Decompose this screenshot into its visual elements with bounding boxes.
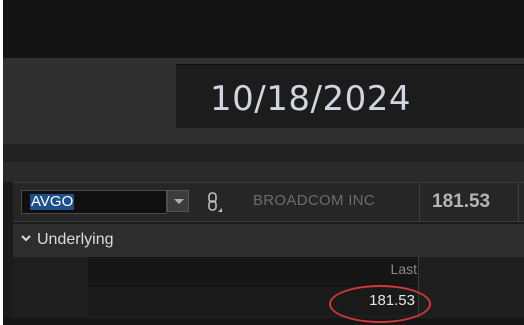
underlying-section-header[interactable]: Underlying bbox=[13, 224, 524, 257]
date-text: 10/18/2024 bbox=[210, 79, 411, 119]
title-bar bbox=[3, 0, 524, 58]
link-icon bbox=[208, 192, 222, 212]
section-label: Underlying bbox=[37, 231, 114, 248]
column-header-last[interactable]: Last bbox=[88, 261, 417, 277]
divider bbox=[418, 257, 419, 325]
bottom-strip bbox=[3, 318, 524, 325]
chevron-down-icon bbox=[21, 235, 31, 242]
divider bbox=[3, 162, 524, 182]
symbol-dropdown-button[interactable] bbox=[167, 190, 189, 212]
divider bbox=[419, 183, 420, 221]
underlying-table: Last 181.53 bbox=[13, 257, 524, 325]
date-display: 10/18/2024 bbox=[176, 64, 524, 128]
divider bbox=[3, 144, 524, 162]
symbol-toolbar: AVGO BROADCOM INC 181.53 bbox=[13, 182, 524, 222]
trading-window: 10/18/2024 AVGO BROADCOM INC 181.53 Unde… bbox=[3, 0, 524, 325]
last-price: 181.53 bbox=[432, 191, 491, 212]
last-value-cell: 181.53 bbox=[369, 292, 415, 309]
chevron-down-icon bbox=[174, 199, 184, 204]
date-header-panel: 10/18/2024 bbox=[3, 58, 524, 144]
divider bbox=[518, 183, 519, 221]
symbol-input[interactable]: AVGO bbox=[21, 190, 167, 214]
company-name: BROADCOM INC bbox=[253, 192, 375, 209]
link-button[interactable] bbox=[203, 190, 225, 214]
symbol-text: AVGO bbox=[30, 193, 75, 210]
